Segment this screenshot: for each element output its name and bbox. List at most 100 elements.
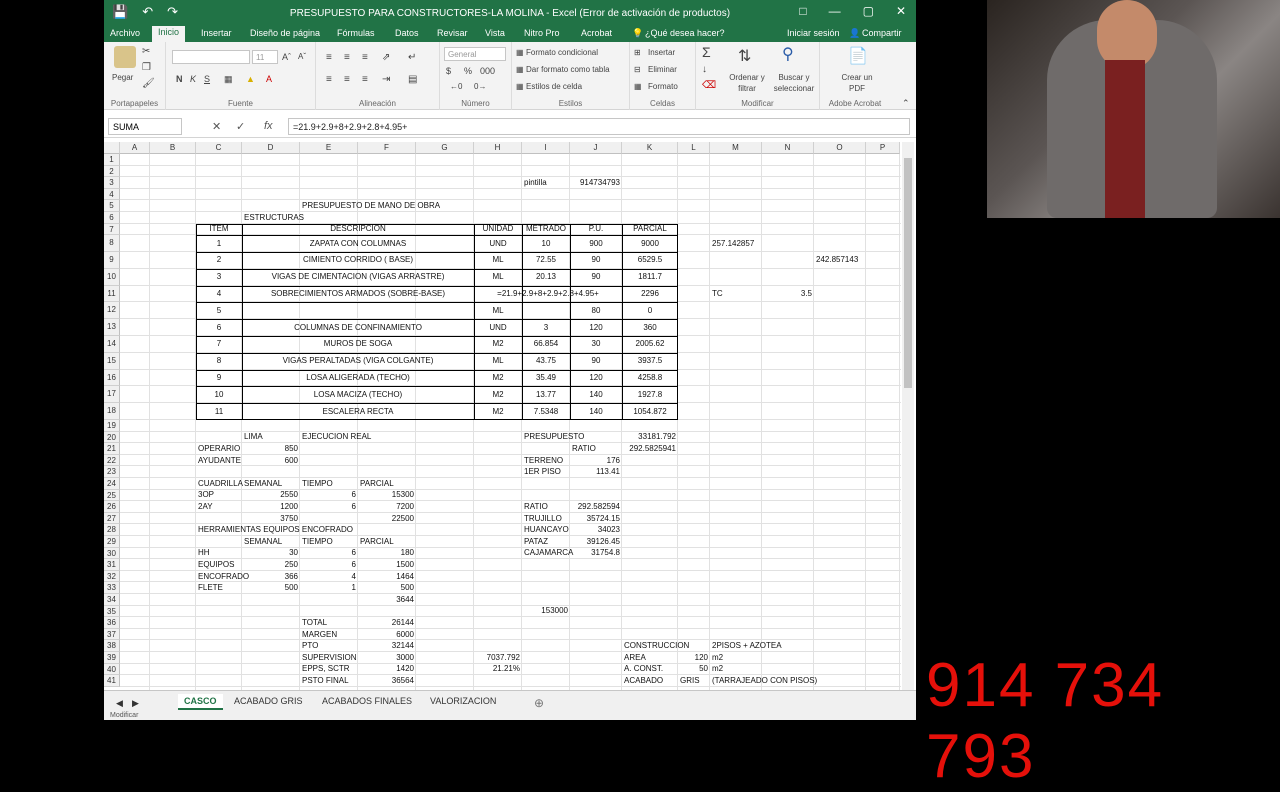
column-header[interactable]: M (710, 142, 762, 154)
copy-icon[interactable]: ❐ (142, 62, 151, 73)
cell-K17[interactable]: 1927.8 (624, 390, 676, 399)
cell-F32[interactable]: 1464 (360, 572, 414, 581)
clear-icon[interactable]: ⌫ (702, 80, 716, 91)
column-header[interactable]: E (300, 142, 358, 154)
cell-F24[interactable]: PARCIAL (360, 479, 414, 488)
column-header[interactable]: H (474, 142, 522, 154)
row-header[interactable]: 24 (104, 478, 120, 490)
cell-J7[interactable]: P.U. (572, 224, 620, 233)
name-box[interactable]: SUMA (108, 118, 182, 135)
cell-H7[interactable]: UNIDAD (476, 224, 520, 233)
cell-H12[interactable]: ML (476, 306, 520, 315)
indent-icon[interactable]: ⇥ (382, 74, 390, 85)
close-icon[interactable]: ✕ (896, 4, 906, 18)
row-header[interactable]: 5 (104, 200, 120, 212)
format-cells-button[interactable]: Formato (648, 82, 678, 91)
cell-C7[interactable]: ITEM (198, 224, 240, 233)
worksheet-grid[interactable]: A B C D E F G H I J K L M N O P 1 2 3 4 5 6 7 8 9 10 11 12 13 14 15 16 1… (104, 142, 901, 690)
cell-I17[interactable]: 13.77 (524, 390, 568, 399)
cell-D21[interactable]: 850 (244, 444, 298, 453)
row-header[interactable]: 32 (104, 570, 120, 583)
cut-icon[interactable]: ✂ (142, 46, 150, 57)
insert-function-icon[interactable]: fx (264, 120, 273, 132)
cell-E25[interactable]: 6 (302, 490, 356, 499)
cell-C31[interactable]: EQUIPOS (198, 560, 240, 569)
row-header[interactable]: 15 (104, 352, 120, 370)
cell-D30[interactable]: 30 (244, 548, 298, 557)
cell-E26[interactable]: 6 (302, 502, 356, 511)
cell-D18[interactable]: ESCALERA RECTA (244, 407, 472, 416)
cell-K13[interactable]: 360 (624, 323, 676, 332)
cell-D16[interactable]: LOSA ALIGERADA (TECHO) (244, 373, 472, 382)
number-format-field[interactable]: General (444, 47, 506, 61)
paste-icon[interactable] (114, 46, 136, 68)
cell-D8[interactable]: ZAPATA CON COLUMNAS (244, 239, 472, 248)
cell-J16[interactable]: 120 (572, 373, 620, 382)
cell-F33[interactable]: 500 (360, 583, 414, 592)
sheet-tab-casco[interactable]: CASCO (178, 694, 223, 710)
align-left-icon[interactable]: ≡ (326, 74, 332, 85)
column-header[interactable]: F (358, 142, 416, 154)
cell-D9[interactable]: CIMIENTO CORRIDO ( BASE) (244, 255, 472, 264)
cond-format-button[interactable]: Formato condicional (526, 48, 598, 57)
cell-L39[interactable]: 120 (680, 653, 708, 662)
pdf-icon[interactable]: 📄 (848, 46, 868, 66)
fill-color-icon[interactable]: ▲ (246, 74, 255, 84)
cell-D26[interactable]: 1200 (244, 502, 298, 511)
borders-icon[interactable]: ▦ (224, 74, 233, 85)
cell-J10[interactable]: 90 (572, 272, 620, 281)
cell-D7[interactable]: DESCRIPCION (244, 224, 472, 233)
row-header[interactable]: 17 (104, 386, 120, 404)
row-header[interactable]: 34 (104, 594, 120, 606)
cell-E20[interactable]: EJECUCION REAL (302, 432, 371, 441)
sheet-tab-acabado-gris[interactable]: ACABADO GRIS (228, 694, 309, 708)
cancel-formula-icon[interactable]: ✕ (212, 120, 221, 133)
cell-I3[interactable]: pintilla (524, 178, 568, 187)
add-sheet-icon[interactable]: ⊕ (528, 694, 550, 712)
merge-icon[interactable]: ▤ (408, 74, 417, 85)
cell-J15[interactable]: 90 (572, 356, 620, 365)
cell-I14[interactable]: 66.854 (524, 339, 568, 348)
cell-H17[interactable]: M2 (476, 390, 520, 399)
cell-K9[interactable]: 6529.5 (624, 255, 676, 264)
cell-K20[interactable]: 33181.792 (624, 432, 676, 441)
cell-C17[interactable]: 10 (198, 390, 240, 399)
align-top-icon[interactable]: ≡ (326, 52, 332, 63)
row-header[interactable]: 1 (104, 154, 120, 166)
cell-F27[interactable]: 22500 (360, 514, 414, 523)
cell-D10[interactable]: VIGAS DE CIMENTACION (VIGAS ARRASTRE) (244, 272, 472, 281)
align-middle-icon[interactable]: ≡ (344, 52, 350, 63)
row-header[interactable]: 30 (104, 547, 120, 560)
align-bottom-icon[interactable]: ≡ (362, 52, 368, 63)
cell-styles-button[interactable]: Estilos de celda (526, 82, 582, 91)
cell-E40[interactable]: EPPS, SCTR (302, 664, 356, 673)
cell-M40[interactable]: m2 (712, 664, 760, 673)
percent-icon[interactable]: % (464, 66, 472, 76)
cell-D15[interactable]: VIGAS PERALTADAS (VIGA COLGANTE) (244, 356, 472, 365)
cell-F39[interactable]: 3000 (360, 653, 414, 662)
cell-H13[interactable]: UND (476, 323, 520, 332)
cell-D31[interactable]: 250 (244, 560, 298, 569)
cell-H8[interactable]: UND (476, 239, 520, 248)
cell-F29[interactable]: PARCIAL (360, 537, 414, 546)
row-header[interactable]: 39 (104, 652, 120, 664)
column-header[interactable]: A (120, 142, 150, 154)
cell-I27[interactable]: TRUJILLO (524, 514, 568, 523)
row-header[interactable]: 6 (104, 212, 120, 224)
cell-F25[interactable]: 15300 (360, 490, 414, 499)
share-button[interactable]: Compartir (862, 28, 902, 38)
row-header[interactable]: 11 (104, 285, 120, 303)
cell-D17[interactable]: LOSA MACIZA (TECHO) (244, 390, 472, 399)
cell-I9[interactable]: 72.55 (524, 255, 568, 264)
cell-L41[interactable]: GRIS (680, 676, 708, 685)
delete-cells-button[interactable]: Eliminar (648, 65, 677, 74)
cell-F30[interactable]: 180 (360, 548, 414, 557)
cell-J27[interactable]: 35724.15 (572, 514, 620, 523)
paste-button[interactable]: Pegar (112, 73, 133, 82)
currency-icon[interactable]: $ (446, 66, 451, 76)
tab-archivo[interactable]: Archivo (110, 28, 140, 38)
cell-K8[interactable]: 9000 (624, 239, 676, 248)
cell-F26[interactable]: 7200 (360, 502, 414, 511)
cell-E39[interactable]: SUPERVISION (302, 653, 357, 662)
cell-D32[interactable]: 366 (244, 572, 298, 581)
